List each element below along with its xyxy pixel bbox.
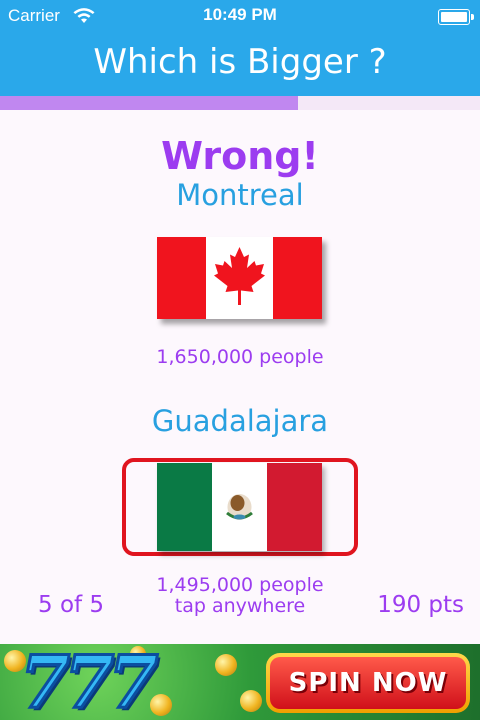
quiz-progress-fill xyxy=(0,96,298,110)
spin-now-button[interactable]: SPIN NOW xyxy=(266,653,470,713)
city-name-second: Guadalajara xyxy=(151,404,329,438)
city-population-first: 1,650,000 people xyxy=(156,346,324,368)
score-display: 190 pts xyxy=(377,592,464,618)
ad-banner[interactable]: 777 SPIN NOW xyxy=(0,644,480,720)
ad-777-logo: 777 xyxy=(18,644,159,720)
city-name-first: Montreal xyxy=(176,178,304,212)
title-bar: Which is Bigger ? xyxy=(0,34,480,96)
status-row: 5 of 5 tap anywhere 190 pts xyxy=(0,592,480,624)
result-text: Wrong! xyxy=(161,134,319,178)
canada-flag-icon[interactable] xyxy=(157,237,322,319)
page-title: Which is Bigger ? xyxy=(93,42,387,82)
status-bar: Carrier 10:49 PM xyxy=(0,0,480,34)
clock: 10:49 PM xyxy=(203,5,277,24)
battery-icon xyxy=(438,9,474,25)
mexico-flag-icon[interactable] xyxy=(157,463,322,551)
quiz-progress-bar xyxy=(0,96,480,110)
spin-now-label: SPIN NOW xyxy=(288,668,448,698)
